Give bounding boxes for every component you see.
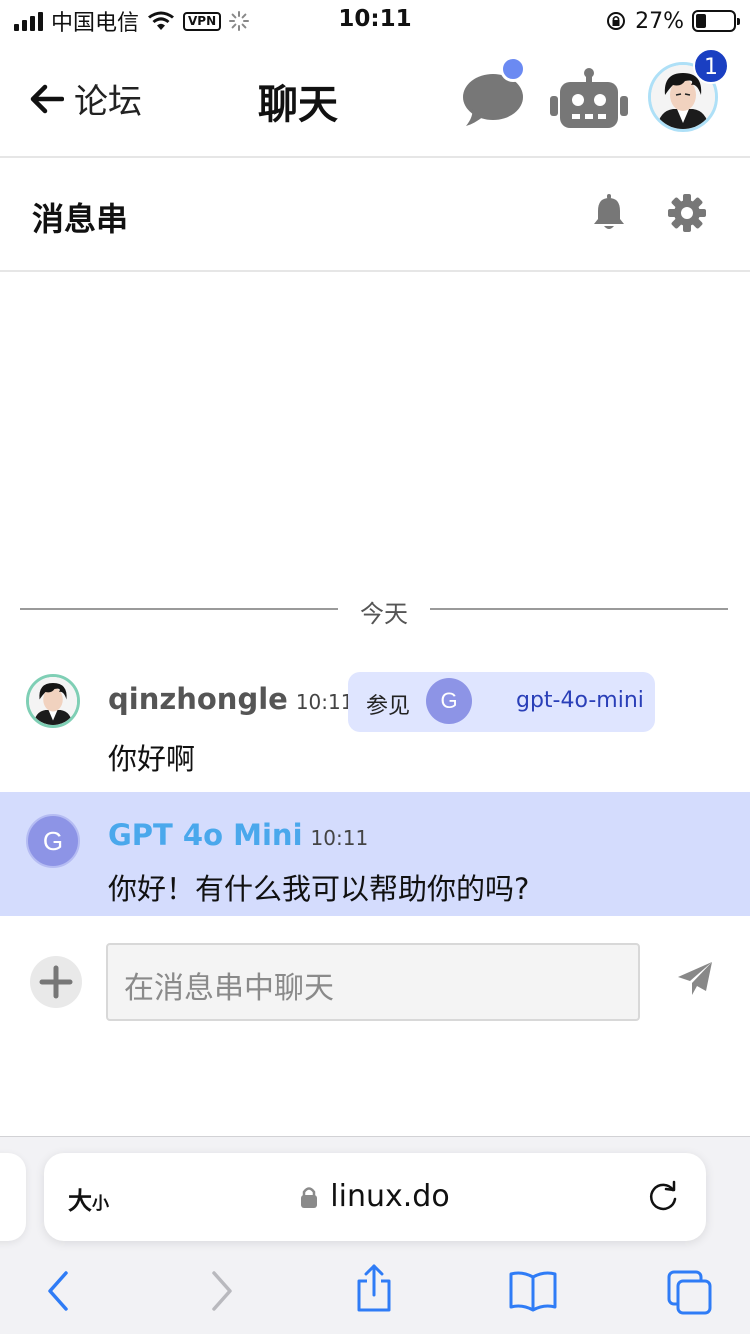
message-time: 10:11 [310, 826, 369, 850]
bot-avatar[interactable]: G [26, 814, 80, 868]
battery-fill [696, 14, 706, 28]
share-icon [357, 1264, 391, 1312]
browser-back-button[interactable] [44, 1269, 74, 1317]
tabs-button[interactable] [666, 1269, 714, 1321]
bot-avatar: G [426, 678, 472, 724]
message-text: 你好！有什么我可以帮助你的吗? [108, 872, 530, 906]
orientation-lock-icon [607, 12, 626, 30]
see-also-label: 参见 [366, 694, 411, 719]
thread-notifications-button[interactable] [592, 194, 626, 236]
chat-button[interactable] [460, 56, 526, 132]
author-name: GPT 4o Mini [108, 818, 303, 852]
forward-icon [212, 1271, 232, 1311]
message-author[interactable]: GPT 4o Mini 10:11 [108, 818, 368, 852]
message-text: 你好啊 [108, 742, 196, 776]
url-display[interactable]: linux.do [44, 1179, 706, 1217]
lock-icon [301, 1186, 318, 1208]
browser-chrome: 大小 linux.do [0, 1136, 750, 1334]
day-divider-label: 今天 [360, 600, 408, 628]
page-title: 聊天 [258, 82, 338, 128]
see-also-pill[interactable]: 参见 G gpt-4o-mini [348, 672, 655, 732]
robot-icon [550, 68, 628, 128]
battery-percent: 27% [635, 8, 684, 34]
unread-dot [500, 56, 526, 82]
notification-count-badge: 1 [693, 48, 729, 84]
status-bar: 中国电信 VPN 10:11 27% [0, 0, 750, 42]
bell-icon [594, 194, 624, 229]
share-button[interactable] [354, 1263, 394, 1317]
app-header: 论坛 聊天 1 [0, 42, 750, 158]
author-name: qinzhongle [108, 682, 288, 716]
gear-icon [668, 194, 706, 232]
chat-message-highlighted: G GPT 4o Mini 10:11 你好！有什么我可以帮助你的吗? [0, 792, 750, 916]
url-text: linux.do [330, 1179, 450, 1214]
message-author[interactable]: qinzhongle 10:11 [108, 682, 353, 716]
tabs-icon [667, 1270, 712, 1315]
author-avatar[interactable] [26, 674, 80, 728]
previous-tab-peek[interactable] [0, 1153, 26, 1241]
back-icon [48, 1271, 68, 1311]
divider-line-right [430, 608, 728, 610]
browser-forward-button[interactable] [206, 1269, 236, 1317]
back-to-forum-button[interactable]: 论坛 [30, 74, 142, 123]
plus-icon [39, 965, 73, 999]
thread-settings-button[interactable] [668, 194, 706, 236]
address-bar[interactable]: 大小 linux.do [44, 1153, 706, 1241]
add-attachment-button[interactable] [30, 956, 82, 1008]
avatar [29, 677, 77, 725]
paper-plane-icon [678, 962, 712, 995]
back-label: 论坛 [74, 82, 142, 122]
thread-title: 消息串 [32, 200, 129, 238]
bookmarks-icon [509, 1271, 557, 1312]
send-button[interactable] [676, 960, 714, 1002]
browser-toolbar [0, 1263, 750, 1325]
chat-input[interactable]: 在消息串中聊天 [106, 943, 640, 1021]
bookmarks-button[interactable] [508, 1269, 558, 1317]
message-time: 10:11 [295, 690, 354, 714]
ai-bot-button[interactable] [550, 68, 628, 134]
thread-header: 消息串 [0, 160, 750, 272]
arrow-left-icon [30, 84, 64, 113]
reload-icon [649, 1180, 677, 1211]
reload-button[interactable] [646, 1179, 680, 1217]
bot-mention-link[interactable]: gpt-4o-mini [516, 688, 644, 713]
battery-icon [692, 10, 740, 32]
status-right: 27% [605, 6, 740, 36]
day-divider: 今天 [20, 594, 728, 628]
